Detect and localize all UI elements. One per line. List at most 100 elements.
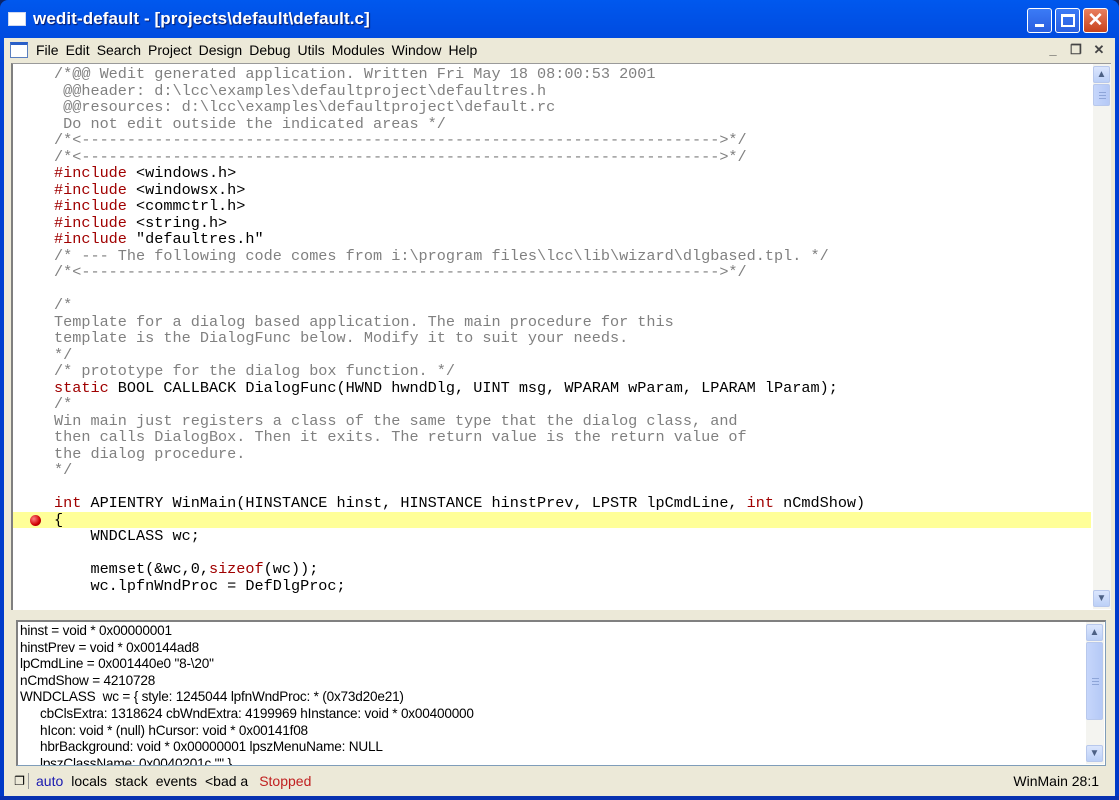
code-line[interactable]: memset(&wc,0,sizeof(wc)); [13, 561, 1091, 578]
code-line[interactable]: /* [13, 396, 1091, 413]
code-keyword: #include [54, 213, 127, 232]
code-line[interactable]: #include "defaultres.h" [13, 231, 1091, 248]
breakpoint-icon[interactable] [30, 514, 41, 526]
watch-scroll-thumb[interactable] [1086, 642, 1103, 720]
code-text: <windows.h> [126, 164, 237, 182]
code-editor[interactable]: /*@@ Wedit generated application. Writte… [11, 63, 1111, 610]
code-line[interactable]: #include <commctrl.h> [13, 198, 1091, 215]
app-icon [8, 12, 26, 26]
code-line[interactable]: wc.lpfnWndProc = DefDlgProc; [13, 576, 1091, 595]
code-line[interactable]: #include <string.h> [13, 213, 1091, 232]
tab-bada[interactable]: <bad a [205, 773, 248, 789]
window-bottom-border [0, 796, 1119, 800]
scroll-up-button[interactable]: ▲ [1093, 66, 1110, 83]
menu-items: File Edit Search Project Design Debug Utils Mod… [36, 42, 484, 58]
watch-entry[interactable]: hinstPrev = void * 0x00144ad8 [20, 640, 1080, 657]
minimize-button[interactable] [1027, 8, 1052, 33]
code-lines[interactable]: /*@@ Wedit generated application. Writte… [13, 66, 1091, 610]
code-line[interactable]: /*<-------------------------------------… [13, 264, 1091, 281]
tab-locals[interactable]: locals [71, 773, 107, 789]
code-line[interactable]: /*<-------------------------------------… [13, 132, 1091, 149]
watch-scrollbar[interactable]: ▲ ▼ [1086, 622, 1104, 764]
code-line[interactable]: static BOOL CALLBACK DialogFunc(HWND hwn… [13, 378, 1091, 397]
code-text: <string.h> [126, 213, 228, 232]
debug-tabs: auto locals stack events <bad a Stopped [36, 773, 311, 789]
code-line[interactable]: */ [13, 345, 1091, 364]
tab-auto[interactable]: auto [36, 773, 63, 789]
mdi-restore-button[interactable]: ❐ [1066, 41, 1086, 59]
close-button[interactable]: ✕ [1083, 8, 1108, 33]
mdi-close-button[interactable]: ✕ [1089, 41, 1109, 59]
code-line[interactable]: Do not edit outside the indicated areas … [13, 115, 1091, 133]
watch-entry[interactable]: hIcon: void * (null) hCursor: void * 0x0… [20, 723, 1080, 740]
code-line[interactable]: template is the DialogFunc below. Modify… [13, 330, 1091, 347]
menu-window[interactable]: Window [392, 42, 448, 58]
code-keyword: #include [54, 197, 127, 215]
mdi-minimize-button[interactable]: _ [1043, 41, 1063, 59]
code-text: wc.lpfnWndProc = DefDlgProc; [54, 576, 346, 595]
code-line[interactable]: Win main just registers a class of the s… [13, 412, 1091, 430]
watch-entry[interactable]: cbClsExtra: 1318624 cbWndExtra: 4199969 … [20, 706, 1080, 723]
code-comment: */ [54, 345, 73, 364]
menu-edit[interactable]: Edit [66, 42, 96, 58]
code-line[interactable]: @@resources: d:\lcc\examples\defaultproj… [13, 99, 1091, 116]
menu-modules[interactable]: Modules [332, 42, 391, 58]
code-text: (wc)); [263, 560, 319, 578]
code-line[interactable]: then calls DialogBox. Then it exits. The… [13, 429, 1091, 446]
watch-scroll-down-button[interactable]: ▼ [1086, 745, 1103, 762]
code-line[interactable]: #include <windows.h> [13, 165, 1091, 182]
code-keyword: int [746, 494, 775, 512]
scroll-down-button[interactable]: ▼ [1093, 590, 1110, 607]
code-text: BOOL CALLBACK DialogFunc(HWND hwndDlg, U… [108, 378, 838, 397]
code-comment: @@header: d:\lcc\examples\defaultproject… [54, 81, 547, 100]
code-line[interactable] [13, 479, 1091, 496]
menu-utils[interactable]: Utils [297, 42, 330, 58]
watch-entry[interactable]: WNDCLASS wc = { style: 1245044 lpfnWndPr… [20, 689, 1080, 706]
menu-design[interactable]: Design [199, 42, 249, 58]
watch-entry[interactable]: nCmdShow = 4210728 [20, 673, 1080, 690]
minimize-icon [1035, 24, 1044, 27]
code-line[interactable] [13, 281, 1091, 298]
code-comment: @@resources: d:\lcc\examples\defaultproj… [54, 98, 556, 116]
code-keyword: int [54, 494, 82, 512]
code-line[interactable]: the dialog procedure. [13, 445, 1091, 463]
tab-events[interactable]: events [156, 773, 197, 789]
current-code-line[interactable]: { [13, 511, 1091, 528]
menu-help[interactable]: Help [448, 42, 483, 58]
code-line[interactable]: int APIENTRY WinMain(HINSTANCE hinst, HI… [13, 495, 1091, 512]
menu-project[interactable]: Project [148, 42, 198, 58]
code-line[interactable]: /*<-------------------------------------… [13, 147, 1091, 166]
app-window: wedit-default - [projects\default\defaul… [0, 0, 1119, 800]
code-line[interactable]: @@header: d:\lcc\examples\defaultproject… [13, 81, 1091, 100]
restore-pane-icon[interactable]: ❐ [11, 773, 29, 789]
watch-entry[interactable]: lpszClassName: 0x0040201c "" } [20, 756, 1080, 765]
editor-scrollbar[interactable]: ▲ ▼ [1093, 64, 1111, 609]
maximize-button[interactable] [1055, 8, 1080, 33]
code-line[interactable]: */ [13, 462, 1091, 479]
watch-entry[interactable]: hinst = void * 0x00000001 [20, 623, 1080, 640]
code-comment: template is the DialogFunc below. Modify… [54, 329, 629, 347]
code-line[interactable]: WNDCLASS wc; [13, 528, 1091, 545]
pane-splitter[interactable] [4, 610, 1115, 616]
title-bar[interactable]: wedit-default - [projects\default\defaul… [0, 0, 1119, 38]
code-line[interactable] [13, 545, 1091, 562]
scroll-thumb[interactable] [1093, 84, 1110, 106]
menu-debug[interactable]: Debug [249, 42, 296, 58]
menu-file[interactable]: File [36, 42, 65, 58]
watch-scroll-up-button[interactable]: ▲ [1086, 624, 1103, 641]
document-icon[interactable] [10, 42, 28, 58]
watch-entry[interactable]: lpCmdLine = 0x001440e0 "8-\20" [20, 656, 1080, 673]
tab-stack[interactable]: stack [115, 773, 148, 789]
watch-entry[interactable]: hbrBackground: void * 0x00000001 lpszMen… [20, 739, 1080, 756]
code-line[interactable]: Template for a dialog based application.… [13, 313, 1091, 331]
code-line[interactable]: /* [13, 297, 1091, 314]
code-line[interactable]: /* --- The following code comes from i:\… [13, 247, 1091, 265]
status-bar: ❐ auto locals stack events <bad a Stopped Win… [4, 770, 1115, 792]
code-line[interactable]: /*@@ Wedit generated application. Writte… [13, 66, 1091, 83]
code-comment: /*<-------------------------------------… [54, 147, 747, 166]
code-line[interactable]: #include <windowsx.h> [13, 181, 1091, 199]
mdi-controls: _ ❐ ✕ [1043, 41, 1109, 59]
code-line[interactable]: /* prototype for the dialog box function… [13, 363, 1091, 380]
menu-search[interactable]: Search [97, 42, 147, 58]
watch-pane[interactable]: hinst = void * 0x00000001 hinstPrev = voi… [16, 620, 1106, 766]
